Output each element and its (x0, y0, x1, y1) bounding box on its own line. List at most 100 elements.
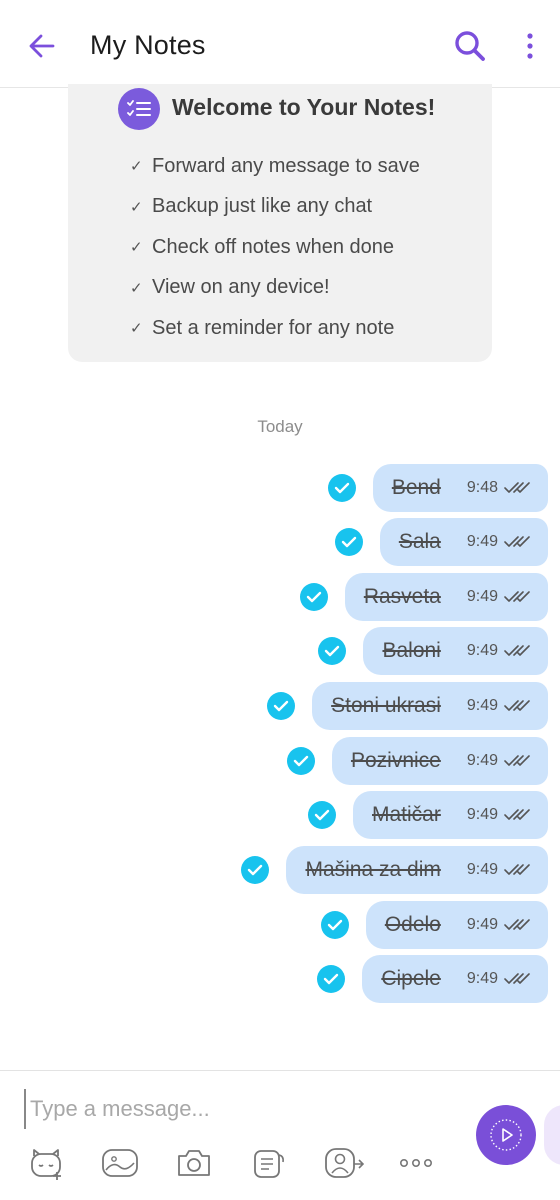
app-header: My Notes (0, 0, 560, 88)
note-bubble[interactable]: Baloni 9:49 (363, 627, 548, 675)
note-text: Baloni (382, 639, 441, 662)
note-time: 9:49 (466, 588, 498, 605)
note-checked-icon[interactable] (334, 528, 363, 556)
gallery-icon (102, 1149, 138, 1177)
note-bubble[interactable]: Mašina za dim 9:49 (286, 846, 548, 894)
secondary-action-edge (544, 1105, 560, 1165)
search-button[interactable] (450, 26, 490, 66)
back-button[interactable] (24, 28, 60, 64)
arrow-left-icon (29, 34, 55, 58)
feature-list: ✓ Forward any message to save ✓ Backup jus… (130, 146, 420, 349)
double-check-icon (504, 481, 530, 495)
note-checked-icon[interactable] (320, 911, 349, 939)
more-vertical-icon (527, 33, 533, 59)
note-bubble[interactable]: Matičar 9:49 (353, 791, 548, 839)
double-check-icon (504, 863, 530, 877)
note-row: Sala 9:49 (334, 518, 548, 566)
note-row: Pozivnice 9:49 (286, 737, 548, 785)
feature-item: ✓ Forward any message to save (130, 146, 420, 187)
note-row: Bend 9:48 (327, 464, 548, 512)
double-check-icon (504, 590, 530, 604)
note-text: Odelo (384, 913, 441, 936)
check-icon: ✓ (130, 279, 143, 297)
feature-item: ✓ Backup just like any chat (130, 187, 420, 228)
double-check-icon (504, 644, 530, 658)
check-icon: ✓ (130, 198, 143, 216)
note-checked-icon[interactable] (299, 583, 328, 611)
feature-item: ✓ Check off notes when done (130, 227, 420, 268)
check-icon: ✓ (130, 158, 143, 176)
note-bubble[interactable]: Bend 9:48 (372, 464, 548, 512)
sticker-icon (31, 1149, 61, 1180)
send-icon (490, 1119, 522, 1151)
note-time: 9:49 (466, 806, 498, 823)
camera-icon (178, 1150, 210, 1176)
notes-button[interactable] (249, 1143, 289, 1183)
feature-text: Backup just like any chat (152, 195, 373, 218)
welcome-title: Welcome to Your Notes! (172, 94, 436, 120)
more-horizontal-icon (399, 1158, 432, 1168)
note-bubble[interactable]: Pozivnice 9:49 (331, 737, 548, 785)
note-text: Rasveta (363, 585, 441, 608)
note-bubble[interactable]: Sala 9:49 (379, 518, 548, 566)
double-check-icon (504, 918, 530, 932)
feature-item: ✓ View on any device! (130, 268, 420, 309)
note-time: 9:49 (466, 697, 498, 714)
note-bubble[interactable]: Rasveta 9:49 (344, 573, 548, 621)
double-check-icon (504, 699, 530, 713)
check-icon: ✓ (130, 320, 143, 338)
double-check-icon (504, 754, 530, 768)
note-checked-icon[interactable] (286, 747, 315, 775)
note-checked-icon[interactable] (241, 856, 270, 884)
note-time: 9:49 (466, 533, 498, 550)
note-time: 9:48 (466, 479, 498, 496)
feature-text: Check off notes when done (152, 235, 395, 258)
note-row: Baloni 9:49 (318, 627, 548, 675)
more-options-button[interactable] (396, 1143, 436, 1183)
note-checked-icon[interactable] (327, 474, 356, 502)
note-text: Mašina za dim (305, 858, 441, 881)
note-checked-icon[interactable] (317, 965, 346, 993)
note-icon (254, 1150, 284, 1178)
note-text: Cipele (381, 967, 441, 990)
feature-text: Set a reminder for any note (152, 316, 395, 339)
check-icon: ✓ (130, 239, 143, 257)
send-button[interactable] (476, 1105, 536, 1165)
more-menu-button[interactable] (514, 26, 546, 66)
double-check-icon (504, 535, 530, 549)
note-row: Mašina za dim 9:49 (241, 846, 548, 894)
note-row: Matičar 9:49 (308, 791, 548, 839)
double-check-icon (504, 972, 530, 986)
note-checked-icon[interactable] (267, 692, 296, 720)
note-row: Rasveta 9:49 (299, 573, 548, 621)
note-row: Odelo 9:49 (320, 901, 548, 949)
note-text: Pozivnice (350, 749, 441, 772)
note-text: Stoni ukrasi (331, 694, 441, 717)
date-separator: Today (257, 417, 303, 436)
search-icon (455, 31, 485, 61)
note-text: Bend (391, 476, 441, 499)
camera-button[interactable] (174, 1143, 214, 1183)
welcome-card: Welcome to Your Notes! ✓ Forward any mess… (68, 84, 492, 362)
note-bubble[interactable]: Odelo 9:49 (365, 901, 548, 949)
message-composer (0, 1070, 560, 1200)
note-bubble[interactable]: Stoni ukrasi 9:49 (312, 682, 548, 730)
gallery-button[interactable] (100, 1143, 140, 1183)
note-bubble[interactable]: Cipele 9:49 (362, 955, 548, 1003)
page-title: My Notes (90, 30, 206, 60)
sticker-button[interactable] (26, 1143, 66, 1183)
note-text: Matičar (372, 803, 441, 826)
note-text: Sala (398, 530, 441, 553)
note-checked-icon[interactable] (318, 637, 347, 665)
note-time: 9:49 (466, 642, 498, 659)
feature-text: Forward any message to save (152, 154, 420, 177)
note-checked-icon[interactable] (308, 801, 336, 829)
note-row: Stoni ukrasi 9:49 (267, 682, 548, 730)
feature-text: View on any device! (152, 276, 330, 299)
note-time: 9:49 (466, 861, 498, 878)
feature-item: ✓ Set a reminder for any note (130, 308, 420, 349)
message-input[interactable] (24, 1089, 444, 1129)
note-time: 9:49 (466, 916, 498, 933)
share-contact-button[interactable] (324, 1143, 364, 1183)
notes-list-icon (118, 88, 160, 130)
